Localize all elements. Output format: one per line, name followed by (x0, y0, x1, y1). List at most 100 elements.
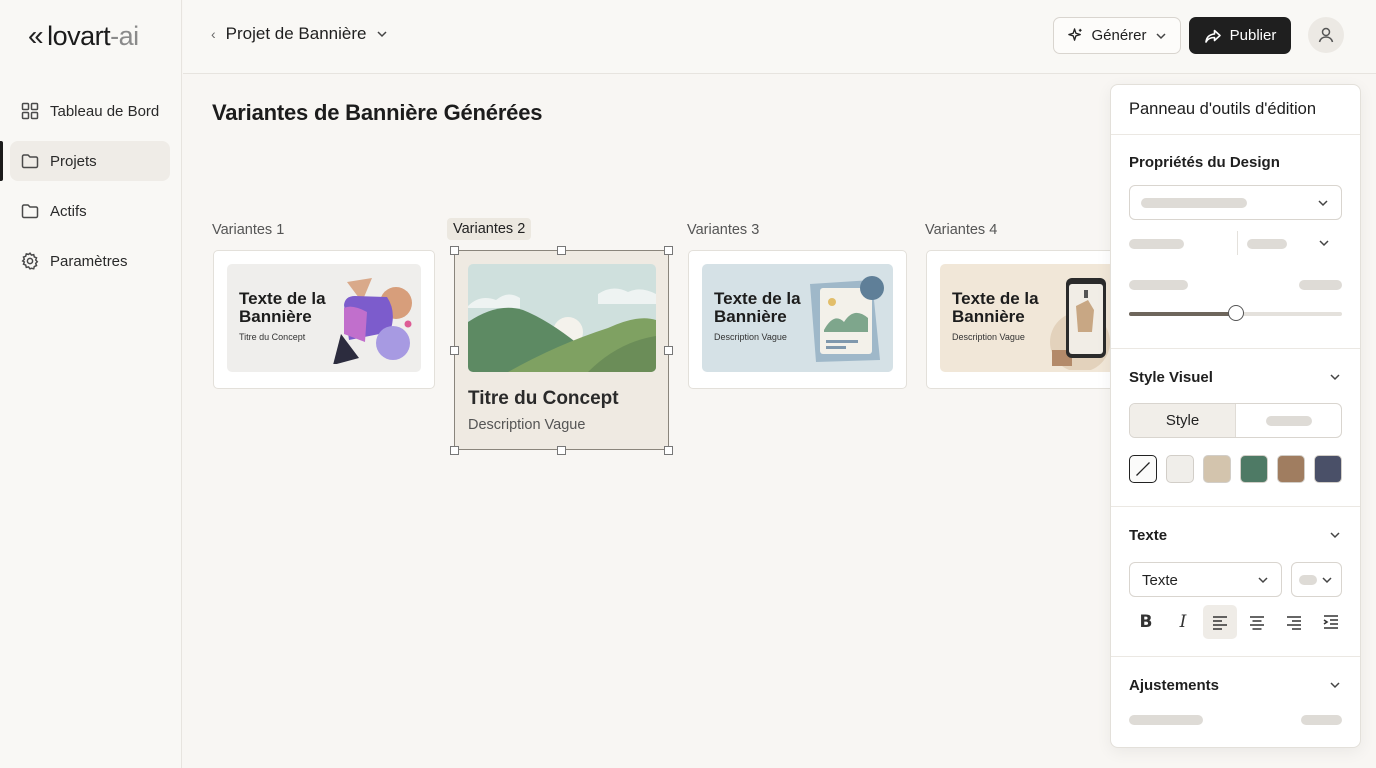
variant-card-3[interactable]: Texte de la Bannière Description Vague (688, 250, 907, 389)
chevron-down-icon (1258, 577, 1268, 584)
placeholder-bar (1129, 280, 1188, 290)
resize-handle-bottom-left[interactable] (450, 446, 459, 455)
banner-thumbnail: Texte de la Bannière Description Vague (702, 264, 893, 372)
sidebar-item-projects[interactable]: Projets (0, 141, 170, 181)
variant-label-1: Variantes 1 (212, 222, 285, 238)
style-tab-alt[interactable] (1236, 404, 1341, 437)
project-switcher[interactable]: ‹ Projet de Bannière (211, 24, 389, 44)
publish-button[interactable]: Publier (1189, 17, 1291, 54)
resize-handle-left[interactable] (450, 346, 459, 355)
landscape-image (468, 264, 656, 372)
logo-name: lovart (47, 20, 111, 51)
slider-handle[interactable] (1227, 305, 1244, 321)
sidebar-item-label: Actifs (50, 202, 87, 220)
italic-button[interactable]: I (1166, 605, 1200, 639)
placeholder-bar (1129, 715, 1203, 725)
grid-icon (21, 102, 39, 120)
logo[interactable]: « lovart -ai (28, 20, 139, 52)
bold-button[interactable]: B (1129, 605, 1163, 639)
text-format-toolbar: B I (1129, 605, 1348, 639)
swatch-color[interactable] (1166, 455, 1194, 483)
page-title: Variantes de Bannière Générées (212, 100, 543, 125)
style-segmented-control: Style (1129, 403, 1342, 438)
concept-description: Description Vague (468, 417, 586, 433)
align-right-icon (1287, 616, 1301, 630)
resize-handle-top[interactable] (557, 246, 566, 255)
sidebar-nav: Tableau de Bord Projets Actifs Paramètre… (0, 91, 182, 291)
banner-thumbnail: Texte de la Bannière Description Vague (940, 264, 1134, 372)
design-slider[interactable] (1129, 305, 1342, 321)
editing-tools-panel: Panneau d'outils d'édition Propriétés du… (1110, 84, 1361, 748)
indent-button[interactable] (1314, 605, 1348, 639)
adjustments-section: Ajustements (1111, 657, 1360, 747)
sidebar-item-dashboard[interactable]: Tableau de Bord (10, 91, 170, 131)
design-property-select[interactable] (1129, 185, 1342, 220)
top-bar: ‹ Projet de Bannière Générer Publier (183, 0, 1376, 74)
color-preview (1299, 575, 1317, 585)
user-icon (1318, 27, 1334, 43)
resize-handle-right[interactable] (664, 346, 673, 355)
divider (1237, 231, 1238, 255)
align-right-button[interactable] (1277, 605, 1311, 639)
variant-label-3: Variantes 3 (687, 222, 760, 238)
placeholder-bar (1265, 415, 1312, 426)
placeholder-bar (1141, 198, 1247, 208)
folder-icon (21, 154, 39, 169)
publish-label: Publier (1229, 27, 1277, 44)
chevron-down-icon[interactable] (1328, 528, 1342, 542)
swatch-none[interactable] (1129, 455, 1157, 483)
chevron-down-icon[interactable] (1328, 370, 1342, 384)
text-color-select[interactable] (1291, 562, 1342, 597)
swatch-color[interactable] (1203, 455, 1231, 483)
chevron-down-icon (1155, 32, 1166, 39)
variant-card-2[interactable]: Titre du Concept Description Vague (454, 250, 669, 450)
sidebar-item-label: Tableau de Bord (50, 102, 160, 120)
sidebar-item-settings[interactable]: Paramètres (10, 241, 170, 281)
chevron-down-icon (1322, 577, 1332, 584)
align-center-button[interactable] (1240, 605, 1274, 639)
resize-handle-top-left[interactable] (450, 246, 459, 255)
resize-handle-bottom[interactable] (557, 446, 566, 455)
variant-card-1[interactable]: Texte de la Bannière Titre du Concept (213, 250, 435, 389)
banner-thumbnail: Texte de la Bannière Titre du Concept (227, 264, 421, 372)
resize-handle-top-right[interactable] (664, 246, 673, 255)
variant-label-4: Variantes 4 (925, 222, 998, 238)
section-title: Texte (1129, 527, 1168, 544)
placeholder-bar[interactable] (1247, 239, 1287, 249)
font-select-value: Texte (1142, 572, 1178, 589)
italic-icon: I (1179, 612, 1187, 632)
landscape-illustration (468, 264, 656, 372)
avatar[interactable] (1308, 17, 1344, 53)
concept-title: Titre du Concept (468, 388, 619, 409)
abstract-shapes-illustration (333, 278, 412, 364)
placeholder-bar (1301, 715, 1342, 725)
style-tab-style[interactable]: Style (1130, 404, 1236, 437)
align-center-icon (1250, 616, 1264, 630)
section-title: Ajustements (1129, 677, 1220, 694)
back-chevron-icon[interactable]: ‹ (211, 26, 216, 42)
font-select[interactable]: Texte (1129, 562, 1282, 597)
sidebar-item-assets[interactable]: Actifs (10, 191, 170, 231)
indent-icon (1323, 615, 1338, 629)
sparkle-icon (1068, 28, 1083, 41)
swatch-color[interactable] (1314, 455, 1342, 483)
image-card-illustration (810, 276, 884, 362)
chevron-down-icon[interactable] (1328, 678, 1342, 692)
logo-suffix: -ai (110, 20, 139, 51)
swatch-color[interactable] (1240, 455, 1268, 483)
placeholder-bar (1129, 239, 1184, 249)
generate-button[interactable]: Générer (1053, 17, 1181, 54)
chevron-down-icon (376, 31, 387, 38)
generate-label: Générer (1091, 27, 1147, 44)
align-left-icon (1213, 616, 1227, 630)
resize-handle-bottom-right[interactable] (664, 446, 673, 455)
panel-title: Panneau d'outils d'édition (1111, 85, 1360, 135)
collapse-chevrons-icon[interactable]: « (28, 20, 44, 52)
color-swatches (1129, 455, 1342, 483)
swatch-color[interactable] (1277, 455, 1305, 483)
sidebar-item-label: Paramètres (50, 252, 128, 270)
align-left-button[interactable] (1203, 605, 1237, 639)
gear-icon (21, 252, 39, 270)
share-icon (1204, 29, 1221, 43)
chevron-down-icon[interactable] (1318, 237, 1330, 249)
